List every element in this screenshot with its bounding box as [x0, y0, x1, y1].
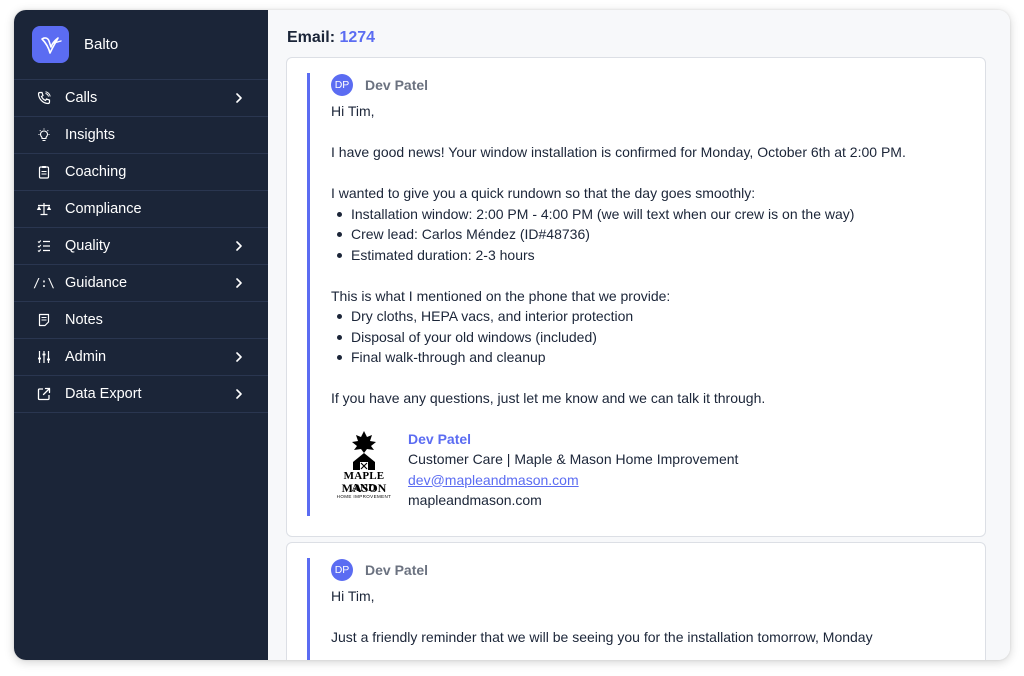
list-item: Estimated duration: 2-3 hours: [331, 245, 965, 266]
sidebar-item-insights[interactable]: Insights: [14, 117, 268, 154]
chevron-right-icon: [232, 387, 246, 401]
message-paragraph: Just a friendly reminder that we will be…: [331, 629, 873, 645]
sidebar-item-label: Data Export: [65, 386, 142, 402]
brand-name: Balto: [84, 36, 119, 53]
message-accent-bar: [307, 558, 310, 660]
avatar: DP: [331, 559, 353, 581]
sidebar: Balto Calls Insights Coaching Compliance…: [14, 10, 268, 660]
sidebar-item-notes[interactable]: Notes: [14, 302, 268, 339]
signature-name: Dev Patel: [408, 430, 472, 447]
clipboard-icon: [36, 164, 52, 180]
sidebar-item-label: Coaching: [65, 164, 127, 180]
list-item: Final walk-through and cleanup: [331, 347, 965, 368]
message-text: Hi Tim, I have good news! Your window in…: [331, 101, 965, 409]
list-item: Dry cloths, HEPA vacs, and interior prot…: [331, 306, 965, 327]
signature-details: Dev Patel Customer Care | Maple & Mason …: [408, 429, 738, 511]
signature-email-link[interactable]: dev@mapleandmason.com: [408, 472, 579, 488]
note-icon: [36, 312, 52, 328]
sidebar-item-label: Insights: [65, 127, 115, 143]
brand-header[interactable]: Balto: [14, 10, 268, 80]
guidance-icon: /:\: [33, 276, 55, 290]
signature-title: Customer Care | Maple & Mason Home Impro…: [408, 451, 739, 467]
phone-icon: [36, 90, 52, 106]
message-paragraph: I wanted to give you a quick rundown so …: [331, 185, 756, 201]
scale-icon: [36, 201, 52, 217]
sidebar-item-label: Admin: [65, 349, 107, 365]
sidebar-item-label: Compliance: [65, 201, 142, 217]
lightbulb-icon: [36, 127, 52, 143]
sliders-icon: [36, 349, 52, 365]
app-window: Balto Calls Insights Coaching Compliance…: [14, 10, 1010, 660]
bullet-list: Dry cloths, HEPA vacs, and interior prot…: [331, 306, 965, 368]
sidebar-item-guidance[interactable]: /:\ Guidance: [14, 265, 268, 302]
message-accent-bar: [307, 73, 310, 516]
logo-text: HOME IMPROVEMENT: [336, 493, 392, 499]
message-paragraph: This is what I mentioned on the phone th…: [331, 287, 671, 304]
message-paragraph: I have good news! Your window installati…: [331, 144, 906, 160]
chevron-right-icon: [232, 239, 246, 253]
message-paragraph: If you have any questions, just let me k…: [331, 390, 766, 406]
sidebar-item-label: Guidance: [65, 275, 128, 291]
sender-row: DP Dev Patel: [331, 559, 965, 581]
checklist-icon: [36, 238, 52, 254]
message-text: Hi Tim, Just a friendly reminder that we…: [331, 586, 965, 648]
sidebar-item-admin[interactable]: Admin: [14, 339, 268, 376]
email-label: Email:: [287, 29, 336, 46]
sidebar-item-data-export[interactable]: Data Export: [14, 376, 268, 413]
page-title: Email: 1274: [287, 29, 375, 47]
sidebar-item-compliance[interactable]: Compliance: [14, 191, 268, 228]
external-link-icon: [36, 386, 52, 402]
bullet-list: Installation window: 2:00 PM - 4:00 PM (…: [331, 204, 965, 266]
message-body: DP Dev Patel Hi Tim, I have good news! Y…: [331, 74, 965, 511]
list-item: Installation window: 2:00 PM - 4:00 PM (…: [331, 204, 965, 225]
signature-website: mapleandmason.com: [408, 492, 542, 508]
email-message: DP Dev Patel Hi Tim, I have good news! Y…: [286, 57, 986, 537]
chevron-right-icon: [232, 350, 246, 364]
sidebar-nav: Calls Insights Coaching Compliance Quali…: [14, 80, 268, 413]
list-item: Disposal of your old windows (included): [331, 327, 965, 348]
sender-name: Dev Patel: [365, 77, 429, 93]
hummingbird-icon: [32, 26, 69, 63]
avatar: DP: [331, 74, 353, 96]
email-message: DP Dev Patel Hi Tim, Just a friendly rem…: [286, 542, 986, 660]
company-logo: MAPLE AND MASON HOME IMPROVEMENT: [331, 429, 397, 509]
email-signature: MAPLE AND MASON HOME IMPROVEMENT Dev Pat…: [331, 429, 965, 511]
sidebar-item-label: Notes: [65, 312, 103, 328]
sidebar-item-coaching[interactable]: Coaching: [14, 154, 268, 191]
sender-name: Dev Patel: [365, 562, 429, 578]
greeting: Hi Tim,: [331, 103, 375, 119]
chevron-right-icon: [232, 91, 246, 105]
sidebar-item-calls[interactable]: Calls: [14, 80, 268, 117]
sidebar-item-label: Quality: [65, 238, 111, 254]
chevron-right-icon: [232, 276, 246, 290]
sidebar-item-quality[interactable]: Quality: [14, 228, 268, 265]
main-content: Email: 1274 DP Dev Patel Hi Tim, I have …: [268, 10, 1010, 660]
list-item: Crew lead: Carlos Méndez (ID#48736): [331, 224, 965, 245]
greeting: Hi Tim,: [331, 588, 375, 604]
email-number: 1274: [339, 29, 376, 46]
sender-row: DP Dev Patel: [331, 74, 965, 96]
sidebar-item-label: Calls: [65, 90, 98, 106]
message-body: DP Dev Patel Hi Tim, Just a friendly rem…: [331, 559, 965, 648]
